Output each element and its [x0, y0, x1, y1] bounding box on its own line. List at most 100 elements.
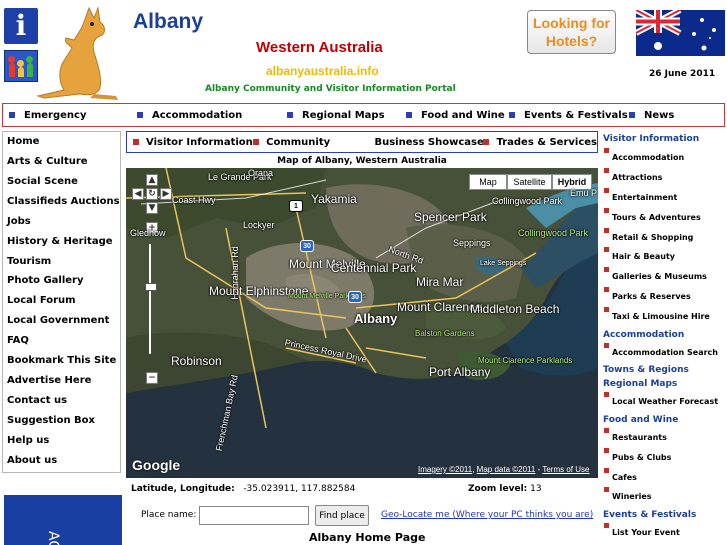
map-label: Collingwood Park — [492, 196, 563, 206]
item-label: Attractions — [612, 173, 663, 182]
info-icon[interactable]: i — [4, 8, 38, 44]
pan-right-icon[interactable]: ▶ — [160, 188, 172, 200]
site-title[interactable]: Albany — [133, 10, 203, 34]
sidebar-item-classifieds[interactable]: Classifieds Auctions — [3, 192, 120, 212]
right-heading-accommodation[interactable]: Accommodation — [603, 330, 684, 340]
sidebar-item-faq[interactable]: FAQ — [3, 331, 120, 351]
sidebar-item-home[interactable]: Home — [3, 132, 120, 152]
bullet-icon — [9, 112, 15, 118]
pan-down-icon[interactable]: ▼ — [146, 202, 158, 214]
google-logo[interactable]: Google — [132, 457, 180, 473]
sidebar-item-jobs[interactable]: Jobs — [3, 212, 120, 232]
sidebar-item-advertise[interactable]: Advertise Here — [3, 371, 120, 391]
item-label: Hair & Beauty — [612, 252, 675, 261]
site-tagline: Albany Community and Visitor Information… — [205, 84, 456, 94]
sidebar-item-contact[interactable]: Contact us — [3, 391, 120, 411]
bullet-icon — [287, 112, 293, 118]
map-view[interactable]: Map Satellite Hybrid ▲ ◀ ↻ ▶ ▼ + − Le Gr… — [126, 168, 598, 478]
item-label: Tours & Adventures — [612, 213, 701, 222]
subnav-business-showcase[interactable]: Business Showcase — [367, 137, 483, 148]
zoom-level-readout: Zoom level: 13 — [468, 484, 542, 494]
bullet-icon — [604, 287, 609, 292]
sidebar-item-local-government[interactable]: Local Government — [3, 311, 120, 331]
bullet-icon — [604, 188, 609, 193]
sidebar-item-arts-culture[interactable]: Arts & Culture — [3, 152, 120, 172]
nav-label: Emergency — [24, 109, 87, 121]
sidebar-item-local-forum[interactable]: Local Forum — [3, 291, 120, 311]
bullet-icon — [253, 139, 260, 145]
nav-regional-maps[interactable]: Regional Maps — [287, 110, 406, 121]
map-type-map-button[interactable]: Map — [469, 174, 507, 190]
right-heading-regional-maps[interactable]: Regional Maps — [603, 379, 677, 389]
item-label: Local Weather Forecast — [612, 397, 719, 406]
item-label: Entertainment — [612, 193, 678, 202]
nav-emergency[interactable]: Emergency — [9, 110, 128, 121]
map-data-attribution-link[interactable]: Map data ©2011 — [477, 465, 536, 474]
sidebar-item-help[interactable]: Help us — [3, 431, 120, 451]
pan-up-icon[interactable]: ▲ — [146, 174, 158, 186]
right-heading-events[interactable]: Events & Festivals — [603, 510, 696, 520]
place-name-label: Place name: — [141, 510, 197, 520]
bullet-icon — [604, 307, 609, 312]
sidebar-item-about[interactable]: About us — [3, 451, 120, 471]
item-label: List Your Event — [612, 528, 680, 537]
site-url[interactable]: albanyaustralia.info — [266, 64, 379, 78]
zoom-slider-handle[interactable] — [145, 283, 157, 291]
family-icon[interactable] — [4, 50, 38, 82]
banner-text: AC — [45, 531, 61, 545]
nav-label: Food and Wine — [421, 109, 505, 121]
find-place-button[interactable]: Find place — [315, 505, 369, 526]
right-heading-visitor-information[interactable]: Visitor Information — [603, 134, 699, 144]
terms-of-use-link[interactable]: Terms of Use — [542, 465, 589, 474]
bullet-icon — [604, 208, 609, 213]
nav-events-festivals[interactable]: Events & Festivals — [509, 110, 629, 121]
nav-food-and-wine[interactable]: Food and Wine — [406, 110, 509, 121]
ad-banner[interactable]: AC — [4, 495, 122, 545]
pan-left-icon[interactable]: ◀ — [132, 188, 144, 200]
subnav-community[interactable]: Community — [253, 137, 367, 148]
item-label: Parks & Reserves — [612, 292, 691, 301]
sidebar-item-social-scene[interactable]: Social Scene — [3, 172, 120, 192]
item-label: Pubs & Clubs — [612, 453, 672, 462]
bullet-icon — [133, 139, 139, 145]
nav-news[interactable]: News — [629, 110, 674, 121]
nav-label: Accommodation — [152, 109, 243, 121]
subnav-visitor-information[interactable]: Visitor Information — [133, 137, 253, 148]
imagery-attribution-link[interactable]: Imagery ©2011 — [418, 465, 472, 474]
sidebar-item-bookmark[interactable]: Bookmark This Site — [3, 351, 120, 371]
subnav-trades-services[interactable]: Trades & Services — [483, 137, 597, 148]
nav-accommodation[interactable]: Accommodation — [137, 110, 287, 121]
subnav-label: Community — [266, 136, 331, 148]
sidebar-item-tourism[interactable]: Tourism — [3, 252, 120, 272]
right-heading-towns-regions[interactable]: Towns & Regions — [603, 365, 689, 375]
lat-lon-label: Latitude, Longitude: — [131, 484, 235, 494]
geo-locate-link[interactable]: Geo-Locate me (Where your PC thinks you … — [381, 510, 593, 520]
map-type-satellite-button[interactable]: Satellite — [507, 174, 552, 190]
item-label: Cafes — [612, 473, 637, 482]
right-heading-food-wine[interactable]: Food and Wine — [603, 415, 678, 425]
sidebar-item-suggestion-box[interactable]: Suggestion Box — [3, 411, 120, 431]
item-label: Accommodation Search — [612, 348, 718, 357]
sub-nav: Visitor Information Community Business S… — [126, 131, 598, 153]
map-label: Emu P — [570, 188, 598, 198]
map-label: Robinson — [171, 354, 222, 368]
item-label: Galleries & Museums — [612, 272, 707, 281]
sidebar-item-photo-gallery[interactable]: Photo Gallery — [3, 271, 120, 291]
map-label-albany: Albany — [354, 311, 398, 326]
map-label: Port Albany — [429, 365, 491, 379]
map-label: Mount Clarence Parklands — [478, 356, 573, 365]
sidebar-item-history[interactable]: History & Heritage — [3, 232, 120, 252]
bullet-icon — [604, 247, 609, 252]
zoom-level-label: Zoom level: — [468, 484, 528, 494]
place-name-input[interactable] — [199, 506, 309, 525]
zoom-out-icon[interactable]: − — [146, 372, 158, 384]
map-label: Lockyer — [243, 220, 275, 230]
hotels-button[interactable]: Looking for Hotels? — [527, 10, 616, 54]
pan-center-icon[interactable]: ↻ — [146, 188, 158, 200]
item-label: Retail & Shopping — [612, 233, 694, 242]
map-label: Seppings — [453, 238, 491, 248]
map-label: Collingwood Park — [518, 228, 589, 238]
subnav-label: Visitor Information — [146, 136, 253, 148]
header: i Albany Western Australia albanyaustral… — [0, 0, 727, 102]
zoom-slider-track[interactable] — [149, 244, 151, 354]
